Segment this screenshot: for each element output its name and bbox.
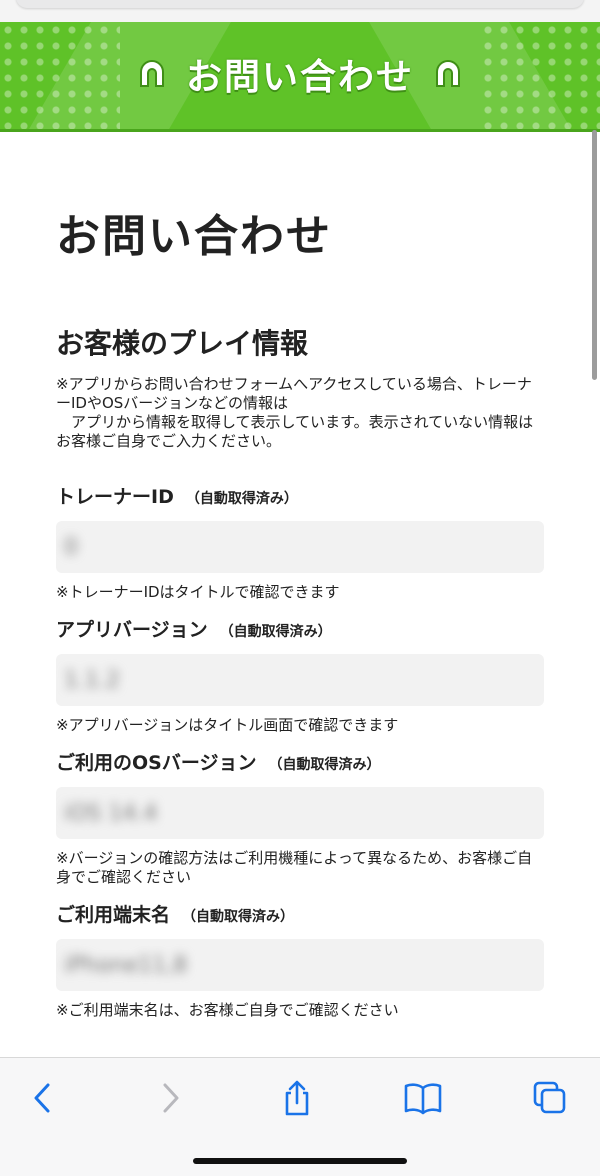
forward-button[interactable] xyxy=(151,1078,191,1118)
field-note: ※トレーナーIDはタイトルで確認できます xyxy=(56,583,340,601)
trainer-id-field: トレーナーID （自動取得済み） 0 ※トレーナーIDはタイトルで確認できます xyxy=(56,482,544,602)
tabs-button[interactable] xyxy=(530,1078,570,1118)
app-version-field: アプリバージョン （自動取得済み） 1.1.2 ※アプリバージョンはタイトル画面で… xyxy=(56,615,544,735)
field-label-text: トレーナーID xyxy=(56,486,174,508)
chevron-left-icon xyxy=(34,1083,50,1113)
section-title: お客様のプレイ情報 xyxy=(56,327,309,360)
field-label-text: アプリバージョン xyxy=(56,619,208,641)
auto-acquired-tag: （自動取得済み） xyxy=(182,909,295,925)
horseshoe-icon xyxy=(436,60,460,87)
address-bar[interactable] xyxy=(16,0,584,8)
share-icon xyxy=(285,1080,309,1116)
auto-acquired-tag: （自動取得済み） xyxy=(219,624,332,640)
field-note: ※ご利用端末名は、お客様ご自身でご確認ください xyxy=(56,1001,399,1019)
device-name-input[interactable]: iPhone11,8 xyxy=(56,939,544,991)
field-label: アプリバージョン （自動取得済み） xyxy=(56,615,544,642)
field-value: 0 xyxy=(64,535,78,560)
book-icon xyxy=(404,1083,442,1115)
field-label: ご利用のOSバージョン （自動取得済み） xyxy=(56,748,544,775)
share-button[interactable] xyxy=(277,1078,317,1118)
field-label: トレーナーID （自動取得済み） xyxy=(56,482,544,509)
tabs-icon xyxy=(533,1081,566,1114)
field-label-text: ご利用端末名 xyxy=(56,904,171,926)
header-banner: お問い合わせ xyxy=(0,22,600,132)
banner-title: お問い合わせ xyxy=(185,57,414,98)
info-notice: ※アプリからお問い合わせフォームへアクセスしている場合、トレーナーIDやOSバー… xyxy=(56,375,534,450)
back-button[interactable] xyxy=(22,1078,62,1118)
main-content: お問い合わせ お客様のプレイ情報 ※アプリからお問い合わせフォームへアクセスして… xyxy=(56,200,544,1019)
device-name-field: ご利用端末名 （自動取得済み） iPhone11,8 ※ご利用端末名は、お客様ご自… xyxy=(56,900,544,1020)
auto-acquired-tag: （自動取得済み） xyxy=(185,491,298,507)
trainer-id-input[interactable]: 0 xyxy=(56,521,544,573)
field-note: ※バージョンの確認方法はご利用機種によって異なるため、お客様ご自身でご確認くださ… xyxy=(56,849,533,886)
os-version-input[interactable]: iOS 14.4 xyxy=(56,787,544,839)
app-version-input[interactable]: 1.1.2 xyxy=(56,654,544,706)
chevron-right-icon xyxy=(163,1083,179,1113)
field-label: ご利用端末名 （自動取得済み） xyxy=(56,900,544,927)
field-label-text: ご利用のOSバージョン xyxy=(56,752,257,774)
bookmarks-button[interactable] xyxy=(403,1078,443,1118)
page-title: お問い合わせ xyxy=(56,211,332,262)
browser-top-strip xyxy=(0,0,600,22)
field-value: iOS 14.4 xyxy=(64,801,158,826)
field-value: iPhone11,8 xyxy=(64,953,188,978)
scrollbar[interactable] xyxy=(592,130,597,380)
home-indicator[interactable] xyxy=(193,1158,407,1164)
auto-acquired-tag: （自動取得済み） xyxy=(268,757,381,773)
os-version-field: ご利用のOSバージョン （自動取得済み） iOS 14.4 ※バージョンの確認方法… xyxy=(56,748,544,887)
field-note: ※アプリバージョンはタイトル画面で確認できます xyxy=(56,716,399,734)
field-value: 1.1.2 xyxy=(64,668,120,693)
